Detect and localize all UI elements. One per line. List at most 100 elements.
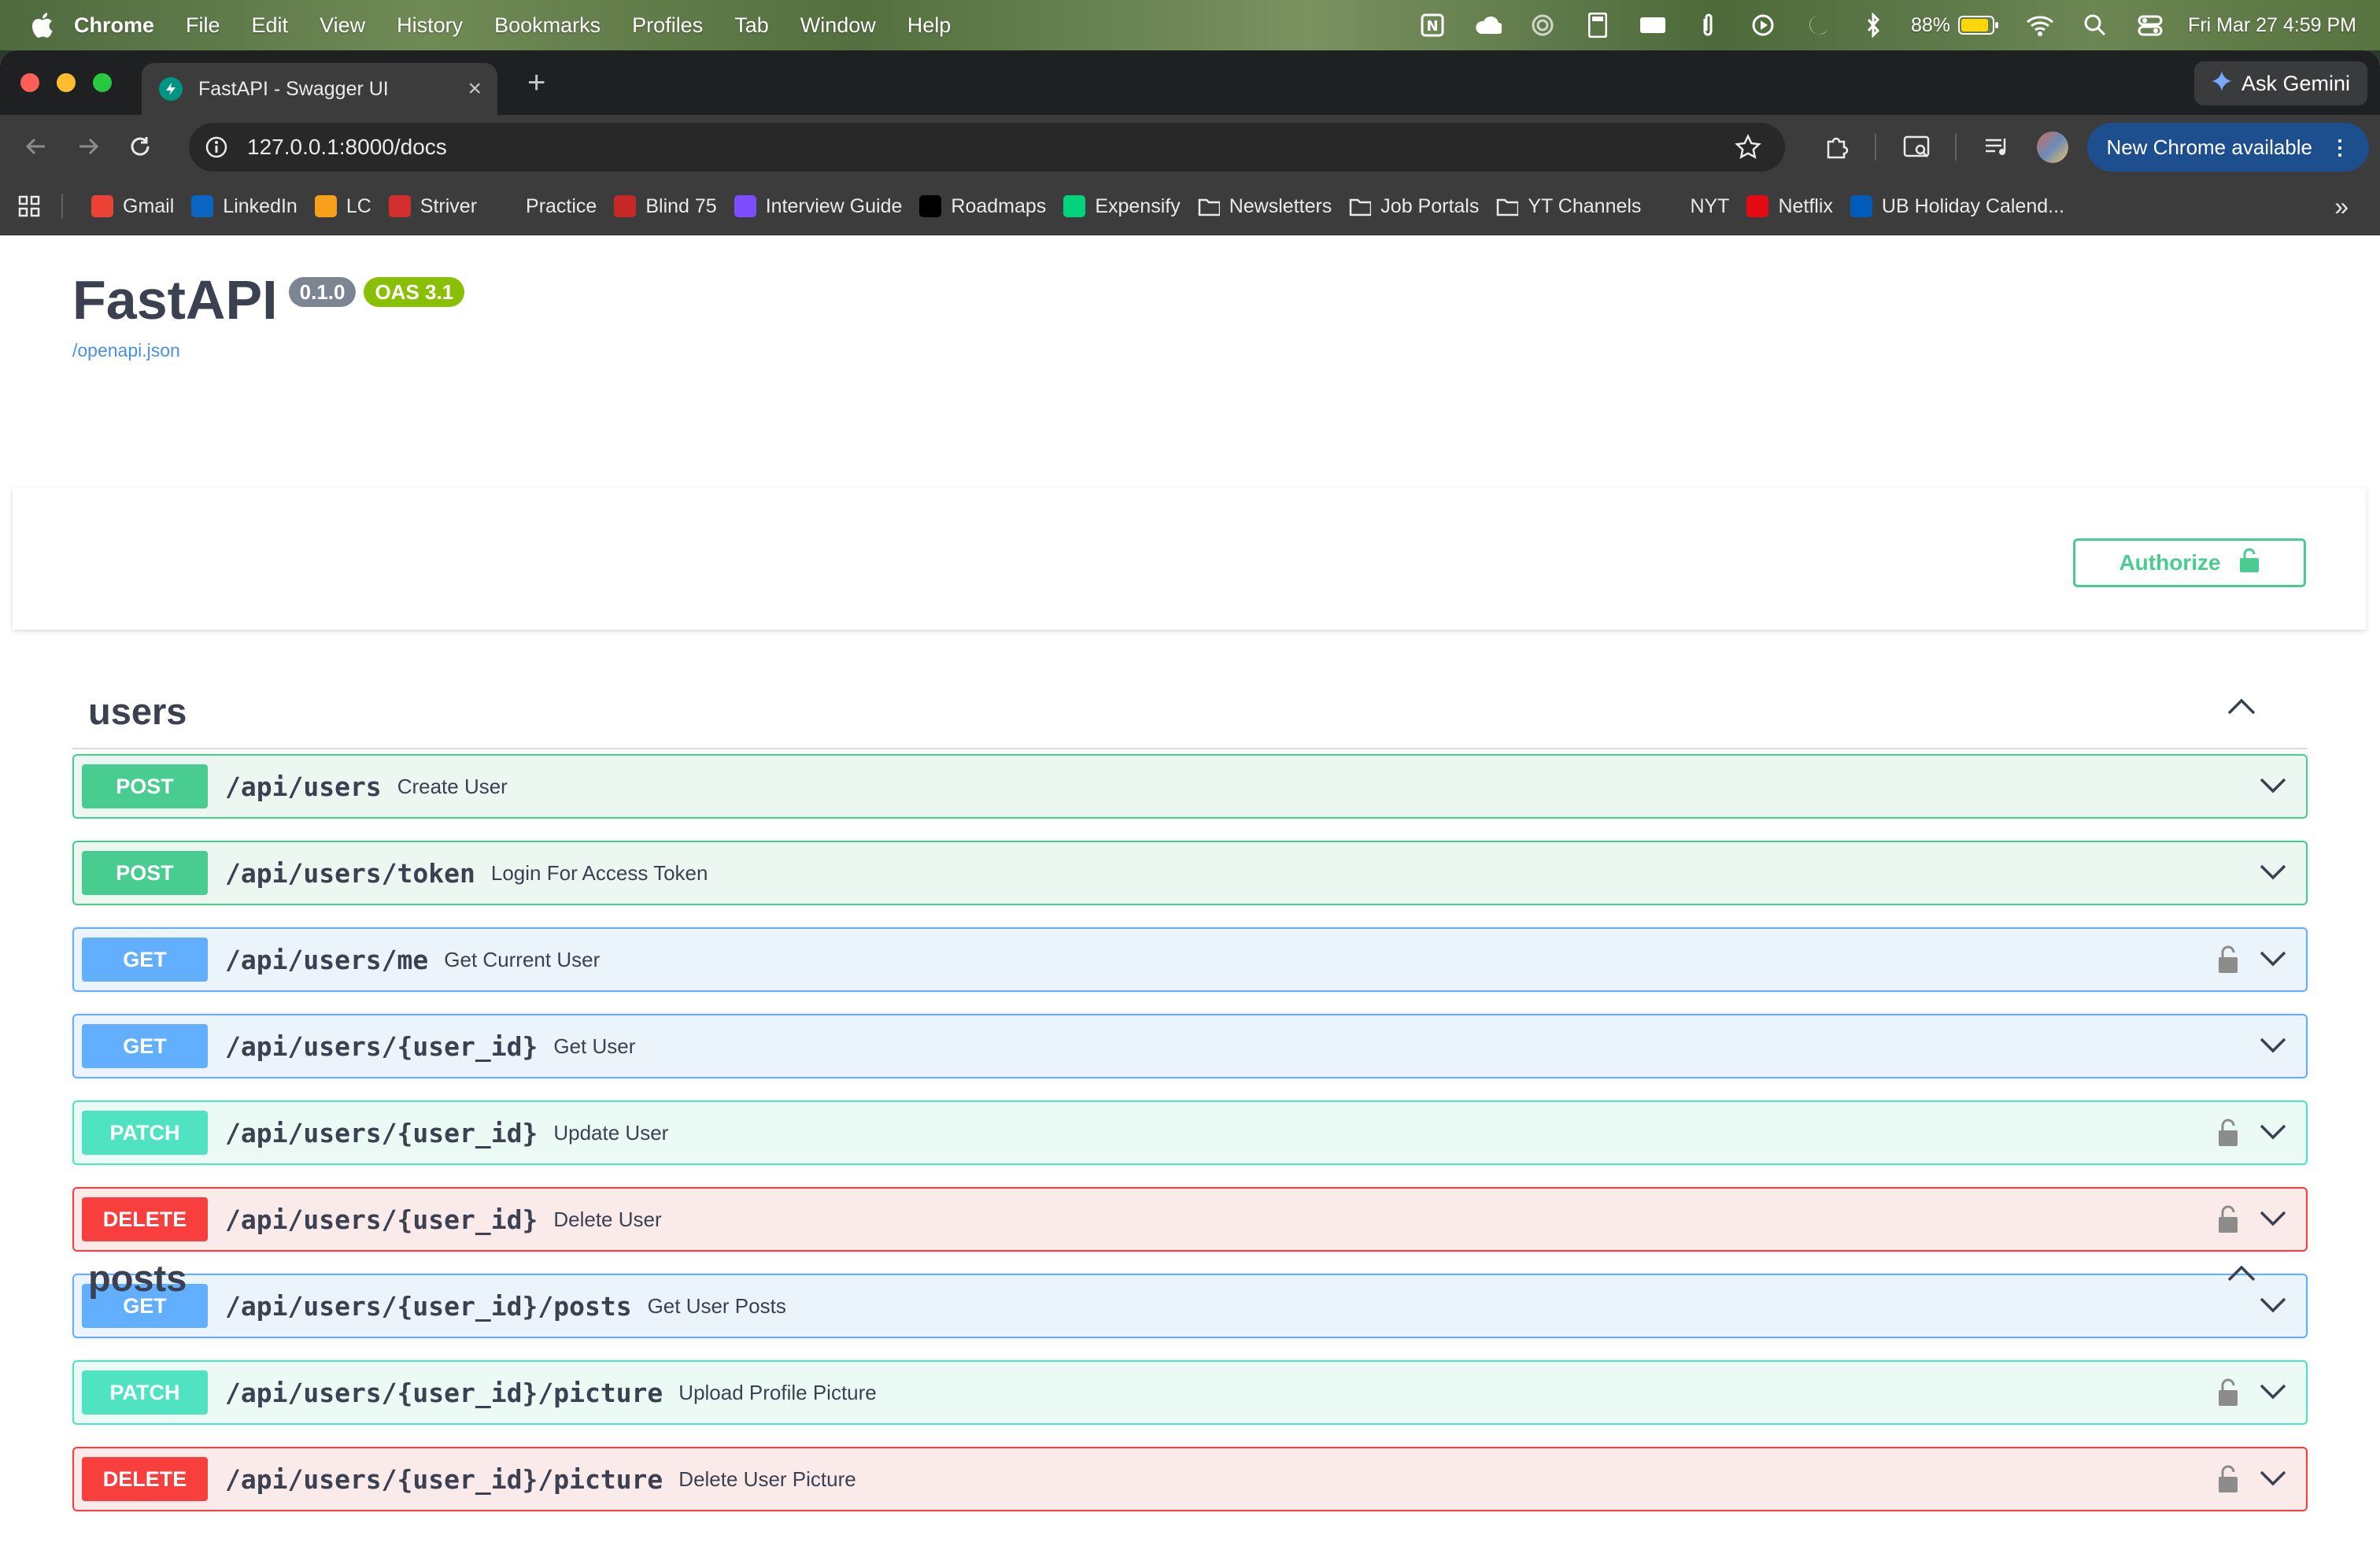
bookmark-item[interactable]: LC bbox=[314, 195, 371, 218]
rocket-icon bbox=[494, 195, 517, 217]
menu-app-name[interactable]: Chrome bbox=[74, 13, 154, 38]
bluetooth-icon[interactable] bbox=[1859, 11, 1887, 39]
menu-history[interactable]: History bbox=[397, 13, 463, 38]
chrome-menu-icon[interactable]: ⋮ bbox=[2330, 135, 2350, 160]
menu-tab[interactable]: Tab bbox=[734, 13, 769, 38]
keyboard-icon[interactable] bbox=[1639, 11, 1667, 39]
lock-icon[interactable] bbox=[2216, 1204, 2240, 1238]
operation-patch[interactable]: PATCH/api/users/{user_id} Update User bbox=[72, 1100, 2308, 1165]
new-tab-icon[interactable]: + bbox=[527, 65, 545, 101]
battery-icon[interactable] bbox=[1958, 11, 1999, 39]
reload-icon[interactable] bbox=[124, 131, 156, 162]
apps-grid-icon[interactable] bbox=[17, 194, 41, 218]
lock-icon[interactable] bbox=[2216, 1378, 2240, 1411]
operation-path: /api/users/{user_id} bbox=[225, 1204, 538, 1235]
forward-icon[interactable] bbox=[72, 131, 104, 162]
notion-icon[interactable]: N bbox=[1418, 11, 1447, 39]
method-badge: POST bbox=[82, 851, 208, 895]
bookmark-star-icon[interactable] bbox=[1735, 134, 1761, 166]
bookmark-item[interactable]: Newsletters bbox=[1198, 195, 1332, 218]
bookmark-item[interactable]: Striver bbox=[388, 195, 477, 218]
bookmark-label: YT Channels bbox=[1528, 194, 1642, 217]
operation-post[interactable]: POST/api/users Create User bbox=[72, 754, 2308, 819]
operation-delete[interactable]: DELETE/api/users/{user_id}/picture Delete… bbox=[72, 1447, 2308, 1511]
lock-icon[interactable] bbox=[2216, 1464, 2240, 1498]
tag-users-header[interactable]: users bbox=[72, 674, 2308, 749]
minimize-window-button[interactable] bbox=[57, 73, 76, 92]
operation-post[interactable]: POST/api/users/token Login For Access Tok… bbox=[72, 841, 2308, 905]
site-info-icon[interactable] bbox=[205, 135, 228, 159]
chevron-down-icon[interactable] bbox=[2259, 949, 2287, 972]
bookmark-item[interactable]: LinkedIn bbox=[191, 195, 298, 218]
operation-summary: Login For Access Token bbox=[490, 860, 708, 885]
menu-profiles[interactable]: Profiles bbox=[632, 13, 703, 38]
new-chrome-available-button[interactable]: New Chrome available ⋮ bbox=[2087, 123, 2369, 172]
bookmark-item[interactable]: Expensify bbox=[1063, 195, 1181, 218]
ask-gemini-button[interactable]: Ask Gemini bbox=[2193, 61, 2367, 105]
bookmark-label: Practice bbox=[526, 194, 597, 217]
method-badge: DELETE bbox=[82, 1197, 208, 1241]
profile-avatar[interactable] bbox=[2037, 131, 2069, 163]
lock-icon[interactable] bbox=[2216, 945, 2240, 978]
zoom-window-button[interactable] bbox=[93, 73, 112, 92]
bookmark-item[interactable]: Gmail bbox=[91, 195, 174, 218]
control-center-icon[interactable] bbox=[2136, 11, 2164, 39]
menu-edit[interactable]: Edit bbox=[252, 13, 289, 38]
menu-help[interactable]: Help bbox=[907, 13, 952, 38]
paperclip-icon[interactable] bbox=[1694, 11, 1722, 39]
clock[interactable]: Fri Mar 27 4:59 PM bbox=[2188, 14, 2356, 37]
chevron-up-icon[interactable] bbox=[2226, 696, 2257, 720]
back-icon[interactable] bbox=[20, 131, 52, 162]
wifi-icon[interactable] bbox=[2026, 11, 2054, 39]
bookmark-item[interactable]: YT Channels bbox=[1496, 195, 1641, 218]
menu-view[interactable]: View bbox=[320, 13, 365, 38]
operation-get[interactable]: GET/api/users/me Get Current User bbox=[72, 927, 2308, 992]
menu-bookmarks[interactable]: Bookmarks bbox=[494, 13, 601, 38]
method-badge: GET bbox=[82, 1024, 208, 1068]
bookmark-item[interactable]: UB Holiday Calend... bbox=[1850, 195, 2064, 218]
bookmark-item[interactable]: Blind 75 bbox=[614, 195, 717, 218]
address-bar[interactable]: 127.0.0.1:8000/docs bbox=[189, 123, 1785, 172]
close-tab-icon[interactable]: × bbox=[468, 76, 482, 102]
bookmark-item[interactable]: NYT bbox=[1658, 195, 1729, 218]
bookmark-item[interactable]: Roadmaps bbox=[919, 195, 1046, 218]
tag-posts-header[interactable]: posts bbox=[72, 1241, 2308, 1315]
operation-patch[interactable]: PATCH/api/users/{user_id}/picture Upload … bbox=[72, 1360, 2308, 1425]
cloud-icon[interactable] bbox=[1473, 11, 1502, 39]
chevron-down-icon[interactable] bbox=[2259, 1123, 2287, 1145]
menu-window[interactable]: Window bbox=[800, 13, 876, 38]
play-circle-icon[interactable] bbox=[1749, 11, 1777, 39]
blind-icon bbox=[614, 195, 637, 217]
spiral-icon[interactable] bbox=[1528, 11, 1557, 39]
chevron-down-icon[interactable] bbox=[2259, 776, 2287, 799]
lock-icon[interactable] bbox=[2216, 1118, 2240, 1152]
more-bookmarks-icon[interactable]: » bbox=[2334, 192, 2349, 221]
bookmark-item[interactable]: Job Portals bbox=[1349, 195, 1479, 218]
bookmark-item[interactable]: Interview Guide bbox=[734, 195, 902, 218]
folder-icon bbox=[1349, 195, 1372, 217]
moon-icon[interactable] bbox=[1804, 11, 1832, 39]
bookmark-item[interactable]: Practice bbox=[494, 195, 597, 218]
chevron-down-icon[interactable] bbox=[2259, 1382, 2287, 1405]
close-window-button[interactable] bbox=[20, 73, 39, 92]
apple-icon[interactable] bbox=[28, 9, 55, 41]
menu-file[interactable]: File bbox=[186, 13, 220, 38]
bookmark-item[interactable]: Netflix bbox=[1746, 195, 1833, 218]
macos-menu-bar: Chrome File Edit View History Bookmarks … bbox=[0, 0, 2380, 50]
chevron-down-icon[interactable] bbox=[2259, 1469, 2287, 1492]
tab-swagger[interactable]: FastAPI - Swagger UI × bbox=[142, 63, 497, 115]
openapi-json-link[interactable]: /openapi.json bbox=[72, 340, 464, 361]
extensions-icon[interactable] bbox=[1821, 131, 1853, 163]
authorize-button[interactable]: Authorize bbox=[2073, 538, 2306, 587]
chevron-down-icon[interactable] bbox=[2259, 863, 2287, 886]
tab-search-icon[interactable] bbox=[1901, 131, 1933, 163]
chevron-down-icon[interactable] bbox=[2259, 1036, 2287, 1059]
calculator-icon[interactable] bbox=[1584, 11, 1612, 39]
chevron-up-icon[interactable] bbox=[2226, 1263, 2257, 1287]
chevron-down-icon[interactable] bbox=[2259, 1209, 2287, 1232]
media-controls-icon[interactable] bbox=[1982, 131, 2013, 163]
url-text[interactable]: 127.0.0.1:8000/docs bbox=[247, 135, 447, 160]
method-badge: POST bbox=[82, 764, 208, 808]
operation-get[interactable]: GET/api/users/{user_id} Get User bbox=[72, 1014, 2308, 1078]
spotlight-search-icon[interactable] bbox=[2081, 11, 2109, 39]
